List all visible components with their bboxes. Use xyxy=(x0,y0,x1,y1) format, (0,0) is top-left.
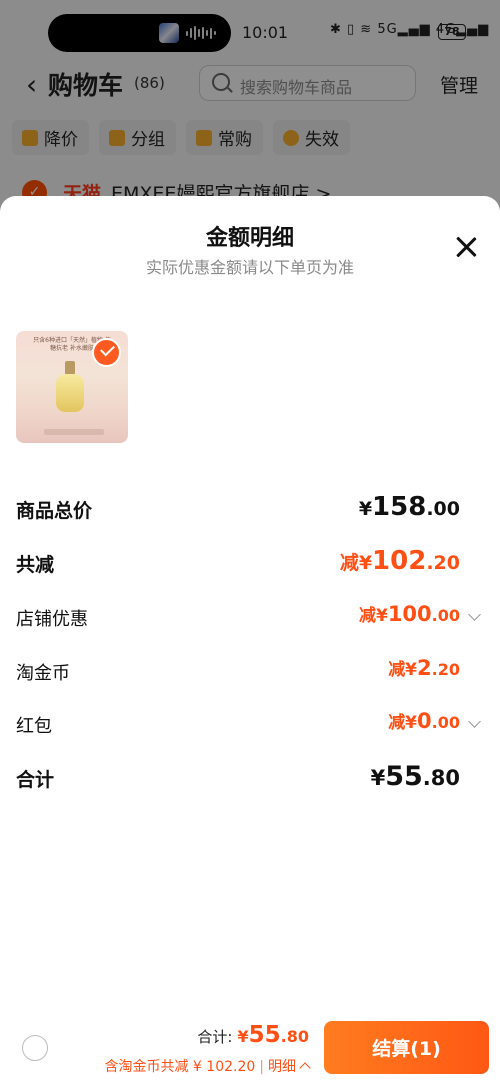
row-label: 店铺优惠 xyxy=(16,609,88,630)
row-total-price: 商品总价 ¥158.00 xyxy=(16,492,484,526)
amount-prefix: ¥ xyxy=(358,498,373,520)
serum-bottle-image xyxy=(56,374,84,412)
chevron-down-icon[interactable] xyxy=(468,715,481,728)
detail-link[interactable]: 明细 xyxy=(268,1059,296,1075)
row-hongbao[interactable]: 红包 减¥0.00 xyxy=(16,708,484,742)
row-amount: 减¥100.00 xyxy=(359,601,460,626)
sheet-subtitle: 实际优惠金额请以下单页为准 xyxy=(145,258,354,277)
checkmark-icon[interactable] xyxy=(92,338,121,367)
amount-integer: 0 xyxy=(417,709,432,733)
footer-total: 合计: ¥55.80 xyxy=(197,1022,309,1048)
close-icon[interactable] xyxy=(452,232,482,262)
amount-prefix: 减¥ xyxy=(358,606,388,626)
sheet-title: 金额明细 xyxy=(205,226,294,251)
amount-decimal: .80 xyxy=(280,1027,309,1046)
row-label: 淘金币 xyxy=(16,663,70,684)
amount-decimal: .80 xyxy=(422,766,460,790)
total-amount: ¥55.80 xyxy=(237,1022,310,1048)
amount-prefix: ¥ xyxy=(237,1027,249,1046)
row-store-discount[interactable]: 店铺优惠 减¥100.00 xyxy=(16,601,484,635)
footer-saving[interactable]: 含淘金币共减 ¥ 102.20 | 明细 xyxy=(104,1056,311,1076)
amount-integer: 55 xyxy=(248,1022,281,1048)
amount-prefix: 减¥ xyxy=(339,552,373,574)
total-label: 合计: xyxy=(197,1028,233,1046)
saving-text: 含淘金币共减 ¥ 102.20 xyxy=(104,1059,256,1075)
amount-decimal: .00 xyxy=(431,606,460,625)
amount-prefix: ¥ xyxy=(370,766,386,790)
select-all-checkbox[interactable] xyxy=(22,1035,48,1061)
amount-integer: 55 xyxy=(385,761,423,792)
row-total-reduction: 共减 减¥102.20 xyxy=(16,546,484,580)
row-label: 合计 xyxy=(16,769,55,791)
bottle-cap xyxy=(65,361,75,375)
product-strip xyxy=(44,429,104,435)
row-label: 共减 xyxy=(16,554,55,576)
amount-prefix: 减¥ xyxy=(388,713,418,733)
row-amount: 减¥102.20 xyxy=(340,546,460,576)
row-taojinbi: 淘金币 减¥2.20 xyxy=(16,655,484,689)
amount-integer: 100 xyxy=(387,602,432,626)
amount-decimal: .20 xyxy=(426,552,460,574)
separator: | xyxy=(259,1059,264,1075)
row-amount: 减¥2.20 xyxy=(388,655,460,680)
checkout-footer: 合计: ¥55.80 含淘金币共减 ¥ 102.20 | 明细 结算(1) xyxy=(0,1012,500,1085)
amount-detail-sheet: 金额明细 实际优惠金额请以下单页为准 只含6种进口「天然」植物 抗糖抗老 补水嫩… xyxy=(0,196,500,1085)
checkout-button[interactable]: 结算(1) xyxy=(324,1021,489,1074)
product-thumbnail[interactable]: 只含6种进口「天然」植物 抗糖抗老 补水嫩肤 xyxy=(16,331,128,443)
row-label: 红包 xyxy=(16,716,52,737)
amount-integer: 2 xyxy=(417,656,432,680)
row-amount: 减¥0.00 xyxy=(388,708,460,733)
amount-decimal: .00 xyxy=(431,713,460,732)
row-label: 商品总价 xyxy=(16,500,93,522)
row-amount: ¥55.80 xyxy=(371,761,460,792)
row-amount: ¥158.00 xyxy=(359,492,460,522)
row-sum: 合计 ¥55.80 xyxy=(16,761,484,795)
chevron-down-icon[interactable] xyxy=(468,608,481,621)
amount-decimal: .00 xyxy=(426,498,460,520)
amount-integer: 102 xyxy=(372,546,427,576)
chevron-up-icon[interactable] xyxy=(299,1062,311,1074)
amount-prefix: 减¥ xyxy=(388,660,418,680)
amount-integer: 158 xyxy=(372,492,427,522)
amount-decimal: .20 xyxy=(431,660,460,679)
